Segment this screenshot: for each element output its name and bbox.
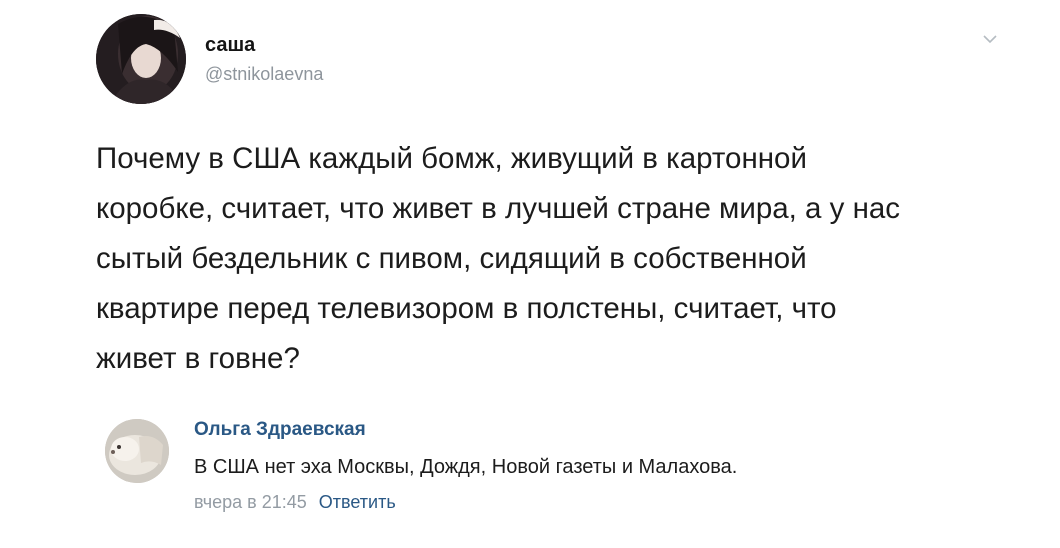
author-handle[interactable]: @stnikolaevna	[205, 63, 323, 85]
comment-meta: вчера в 21:45 Ответить	[194, 490, 396, 514]
comment-author-name[interactable]: Ольга Здраевская	[194, 418, 366, 442]
post-text: Почему в США каждый бомж, живущий в карт…	[96, 134, 956, 384]
avatar-photo-icon	[96, 14, 186, 104]
author-avatar[interactable]	[96, 14, 186, 104]
comment-text: В США нет эха Москвы, Дождя, Новой газет…	[194, 456, 738, 478]
hedgehog-photo-icon	[105, 419, 169, 483]
post-text-line: живет в говне?	[96, 342, 300, 375]
post-text-line: сытый бездельник с пивом, сидящий в собс…	[96, 242, 807, 275]
post-text-line: квартире перед телевизором в полстены, с…	[96, 292, 837, 325]
author-name[interactable]: саша	[205, 33, 255, 57]
post-text-line: Почему в США каждый бомж, живущий в карт…	[96, 142, 807, 175]
reply-button[interactable]: Ответить	[319, 492, 396, 512]
post-text-line: коробке, считает, что живет в лучшей стр…	[96, 192, 901, 225]
chevron-down-icon[interactable]	[982, 32, 998, 44]
comment-timestamp[interactable]: вчера в 21:45	[194, 492, 307, 512]
comment-author-avatar[interactable]	[105, 419, 169, 483]
